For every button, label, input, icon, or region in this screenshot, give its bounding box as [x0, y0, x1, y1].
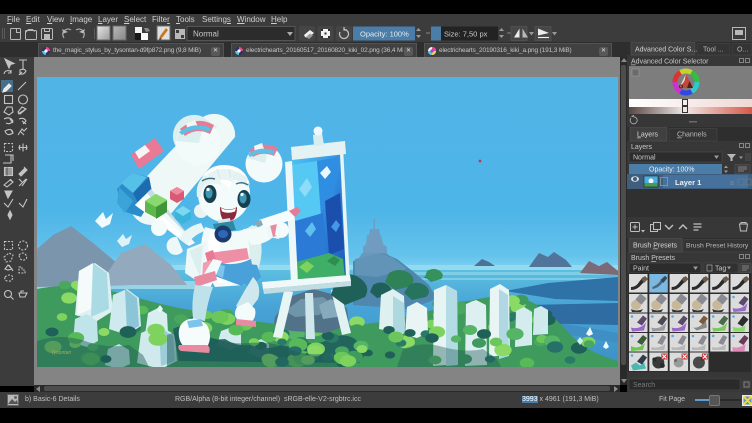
svg-text:Advanced Color S...: Advanced Color S... — [635, 47, 697, 54]
svg-text:Brush Presets: Brush Presets — [631, 255, 675, 262]
svg-text:Normal: Normal — [193, 30, 219, 39]
svg-text:Layers: Layers — [631, 144, 653, 151]
svg-text:Paint: Paint — [633, 266, 649, 273]
svg-text:Advanced Color Selector: Advanced Color Selector — [631, 59, 709, 66]
svg-text:Tool ...: Tool ... — [703, 47, 724, 54]
svg-text:Layers: Layers — [637, 132, 659, 139]
svg-text:a: a — [730, 180, 734, 187]
svg-text:Layer 1: Layer 1 — [675, 178, 701, 187]
svg-text:Channels: Channels — [677, 132, 707, 139]
svg-text:Normal: Normal — [633, 155, 656, 162]
svg-text:O...: O... — [737, 47, 748, 54]
svg-text:Search: Search — [633, 382, 655, 389]
svg-text:Size: 7,50 px: Size: 7,50 px — [444, 30, 488, 39]
svg-text:Opacity: 100%: Opacity: 100% — [649, 167, 695, 174]
svg-text:Brush Preset History: Brush Preset History — [686, 243, 749, 250]
svg-text:Tag: Tag — [715, 266, 726, 273]
svg-text:Brush Presets: Brush Presets — [633, 243, 677, 250]
svg-text:Opacity: 100%: Opacity: 100% — [360, 30, 409, 39]
svg-text:Tysontan: Tysontan — [51, 350, 71, 356]
